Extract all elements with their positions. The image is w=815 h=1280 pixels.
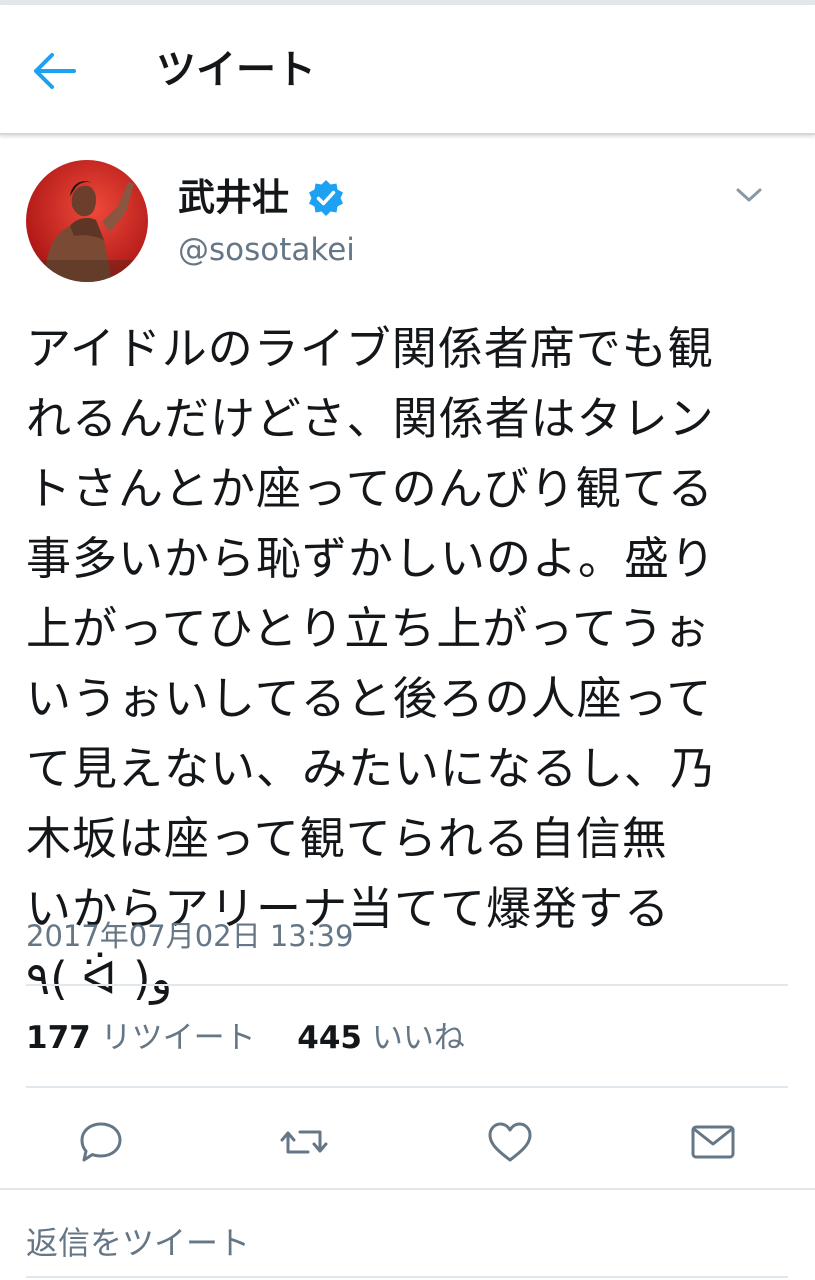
- page-title: ツイート: [156, 47, 316, 93]
- divider: [26, 1086, 788, 1088]
- author-name[interactable]: 武井壮: [178, 174, 289, 222]
- author-handle[interactable]: @sosotakei: [178, 226, 355, 274]
- divider: [26, 1276, 788, 1278]
- retweet-icon[interactable]: [278, 1116, 330, 1168]
- tweet-text: アイドルのライブ関係者席でも観 れるんだけどさ、関係者はタレン トさんとか座って…: [26, 322, 717, 1005]
- like-icon[interactable]: [484, 1116, 536, 1168]
- chevron-down-icon[interactable]: [732, 178, 766, 212]
- verified-badge-icon: [306, 178, 346, 218]
- top-bar: ツイート: [0, 5, 815, 135]
- retweet-label[interactable]: リツイート: [101, 1020, 256, 1056]
- reply-input[interactable]: 返信をツイート: [26, 1218, 250, 1268]
- reply-icon[interactable]: [75, 1116, 127, 1168]
- message-icon[interactable]: [687, 1116, 739, 1168]
- tweet-timestamp: 2017年07月02日 13:39: [26, 919, 354, 953]
- back-arrow-icon[interactable]: [30, 49, 80, 93]
- divider: [0, 1188, 815, 1190]
- retweet-count[interactable]: 177: [26, 1020, 91, 1056]
- like-label[interactable]: いいね: [372, 1020, 465, 1056]
- avatar[interactable]: [26, 160, 148, 282]
- like-count[interactable]: 445: [297, 1020, 362, 1056]
- tweet-stats: 177 リツイート 445 いいね: [26, 1014, 465, 1062]
- divider: [26, 984, 788, 986]
